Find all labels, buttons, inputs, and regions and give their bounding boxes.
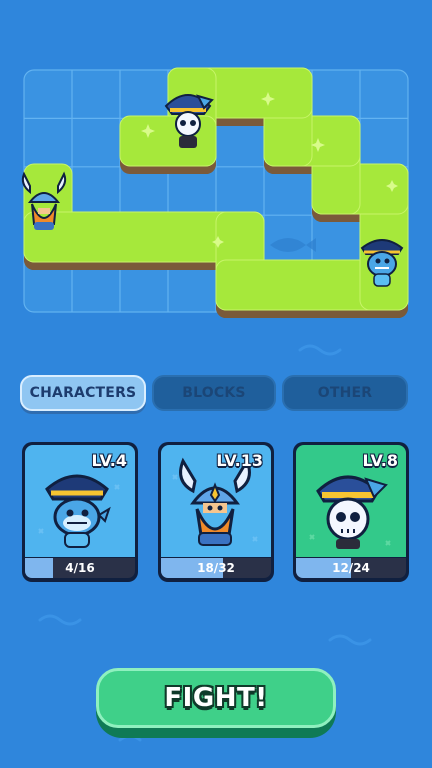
tab-blocks[interactable]: BLOCKS — [152, 375, 276, 411]
card-progress-bar: 4/16 — [25, 558, 135, 578]
card-portrait-bg: LV.13 — [161, 445, 271, 557]
character-card-skeleton-captain[interactable]: LV.8 12/24 — [293, 442, 409, 582]
card-level: LV.13 — [216, 451, 263, 470]
card-progress-count: 4/16 — [65, 561, 95, 575]
character-card-viking-dwarf[interactable]: LV.13 18/32 — [158, 442, 274, 582]
fight-button-face: FIGHT! — [96, 668, 336, 728]
tab-other-label: OTHER — [317, 385, 373, 401]
fight-button[interactable]: FIGHT! — [96, 668, 336, 738]
fight-button-label: FIGHT! — [164, 683, 268, 713]
tab-characters-label: CHARACTERS — [29, 385, 137, 401]
tab-other[interactable]: OTHER — [282, 375, 408, 411]
card-progress-count: 18/32 — [197, 561, 235, 575]
card-portrait-bg: LV.4 — [25, 445, 135, 557]
card-progress-count: 12/24 — [332, 561, 370, 575]
card-progress-bar: 12/24 — [296, 558, 406, 578]
card-progress-bar: 18/32 — [161, 558, 271, 578]
card-level: LV.8 — [362, 451, 398, 470]
game-board — [21, 67, 409, 318]
tab-blocks-label: BLOCKS — [182, 385, 246, 401]
category-tabs: CHARACTERS BLOCKS OTHER — [20, 375, 410, 413]
card-portrait-bg: LV.8 — [296, 445, 406, 557]
tab-characters[interactable]: CHARACTERS — [20, 375, 146, 411]
character-card-shark-captain[interactable]: LV.4 4/16 — [22, 442, 138, 582]
card-level: LV.4 — [91, 451, 127, 470]
